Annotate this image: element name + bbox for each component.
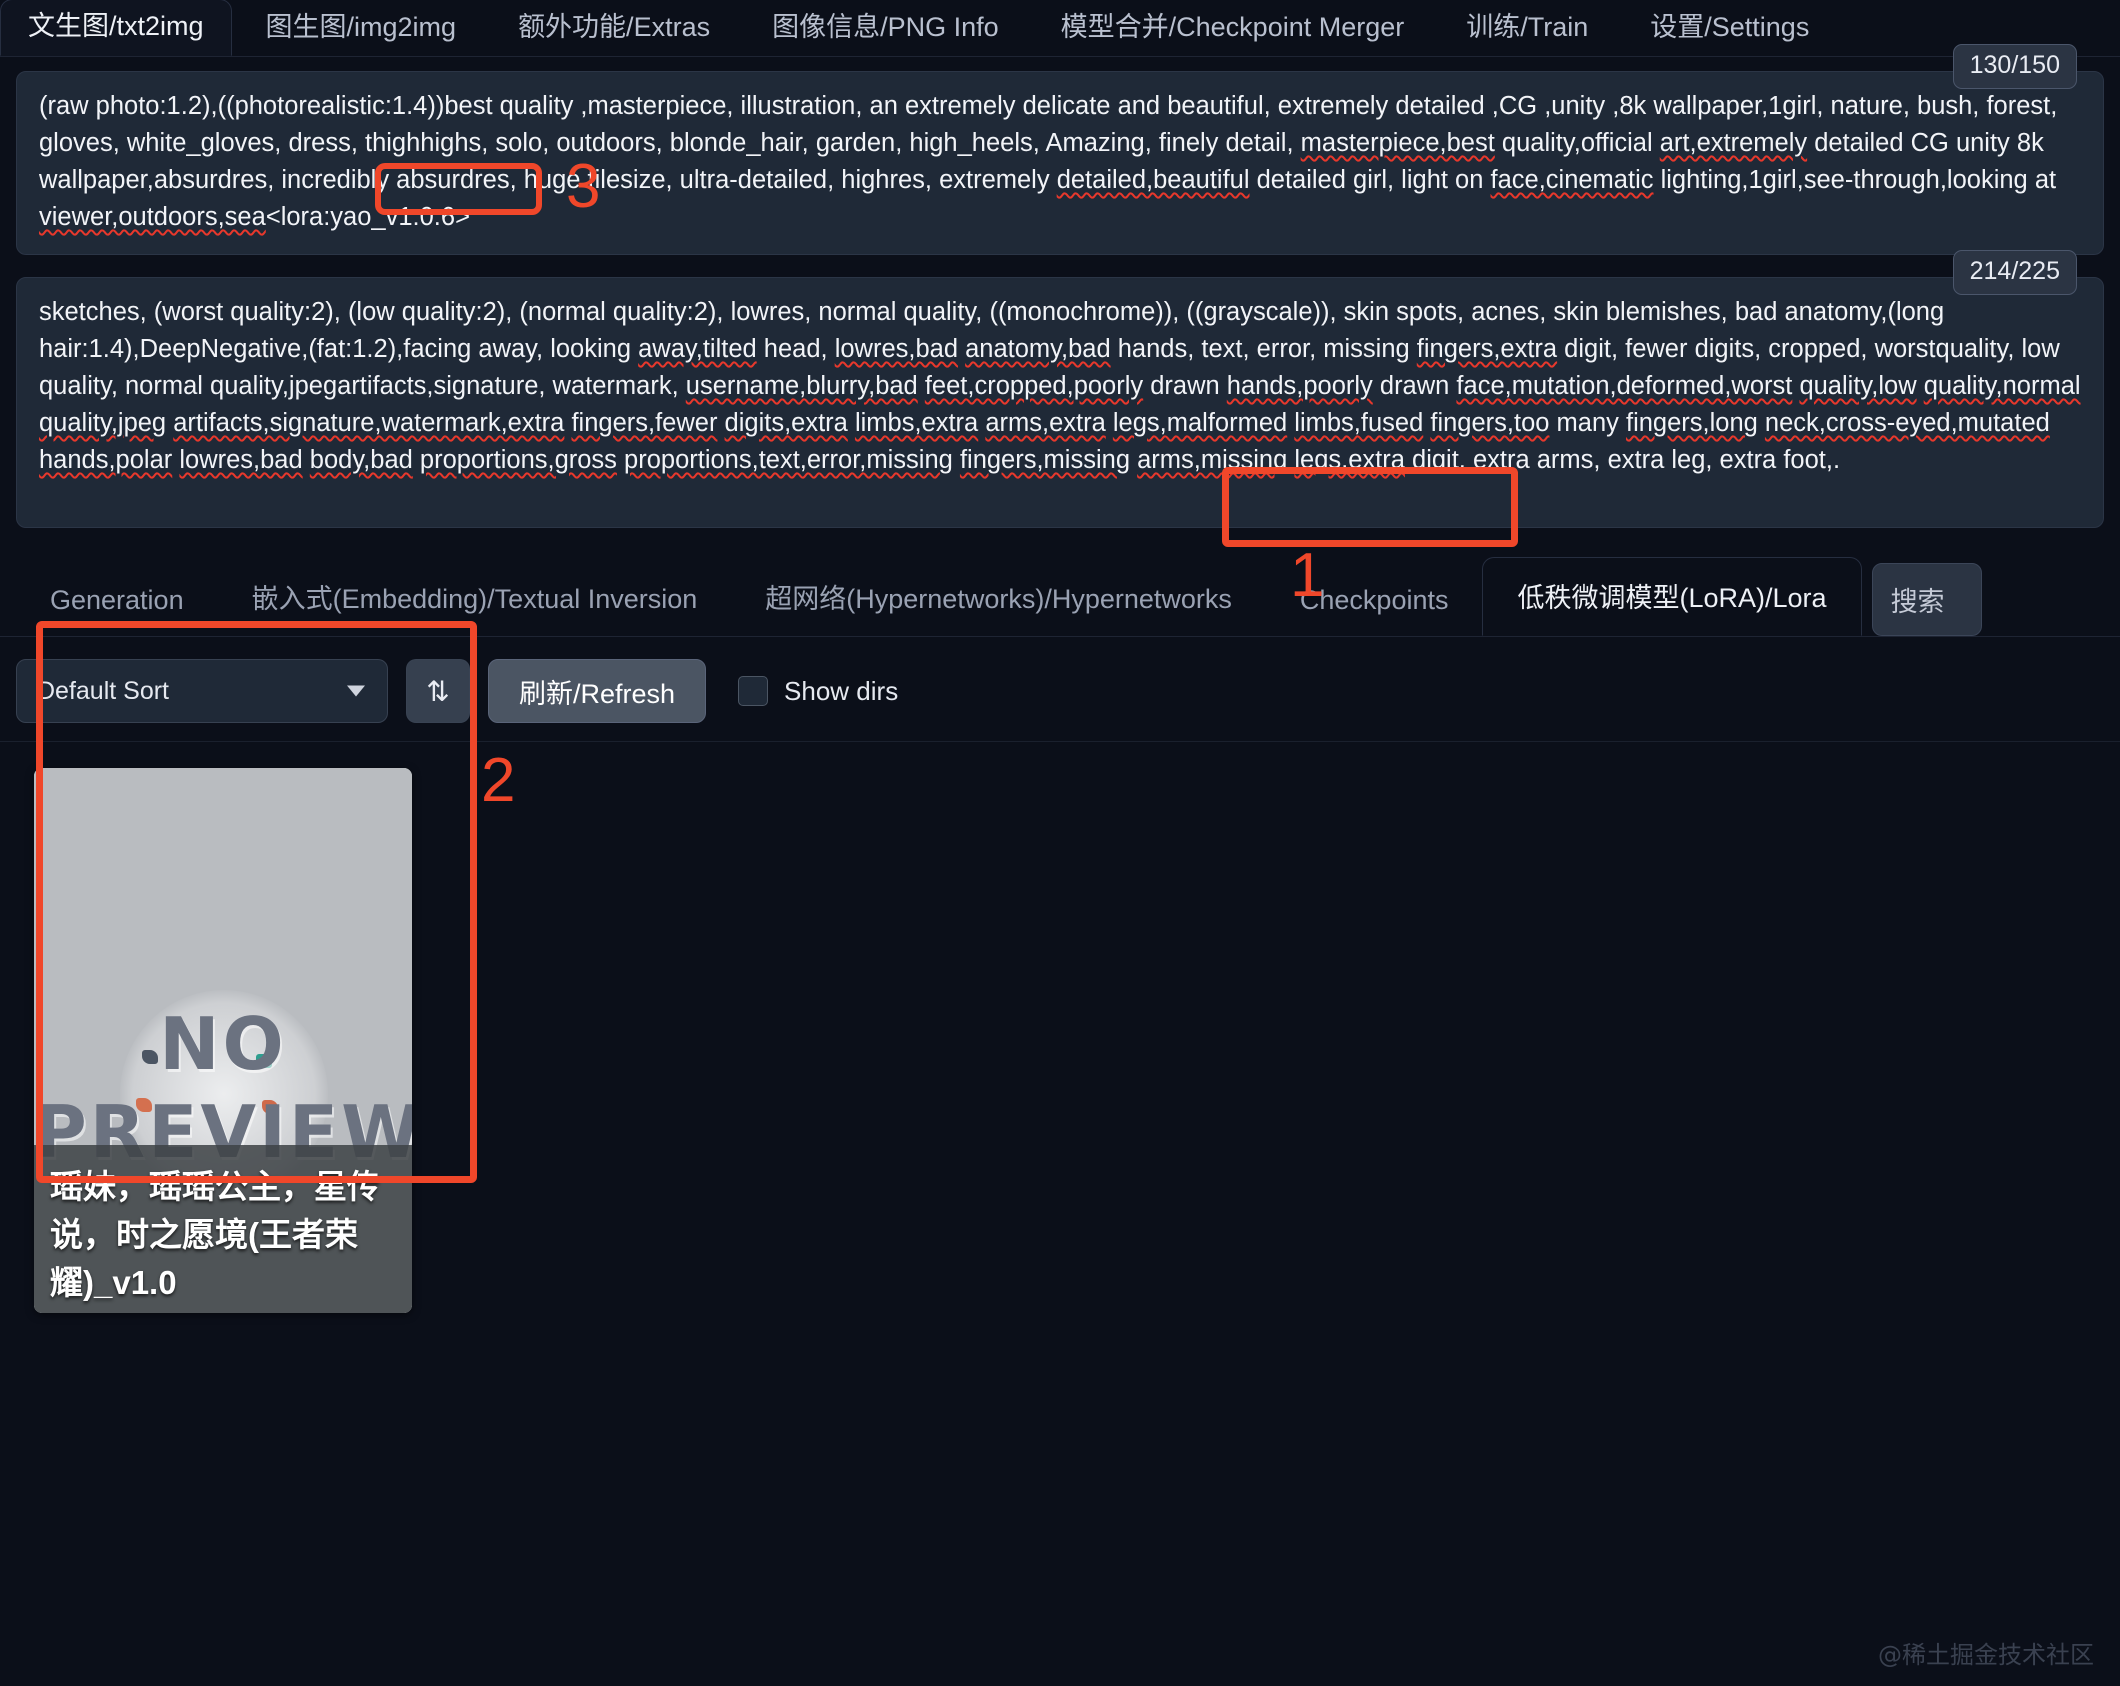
negative-token-counter: 214/225 [1952, 250, 2077, 295]
no-preview-line1: NO [159, 1002, 287, 1086]
positive-prompt-box[interactable]: 130/150 (raw photo:1.2),((photorealistic… [16, 44, 2104, 255]
prompt-area: 130/150 (raw photo:1.2),((photorealistic… [0, 44, 2120, 528]
show-dirs-checkbox-wrap[interactable]: Show dirs [738, 676, 898, 707]
tab-txt2img[interactable]: 文生图/txt2img [0, 0, 232, 56]
en-tab-textual-inversion[interactable]: 嵌入式(Embedding)/Textual Inversion [218, 559, 732, 636]
refresh-button[interactable]: 刷新/Refresh [488, 659, 707, 723]
sort-select-value: Default Sort [37, 676, 170, 705]
en-tab-generation[interactable]: Generation [16, 567, 218, 636]
stable-diffusion-webui: 文生图/txt2img 图生图/img2img 额外功能/Extras 图像信息… [0, 0, 2120, 1686]
annotation-marker-3: 3 [566, 152, 601, 221]
annotation-marker-1: 1 [1290, 541, 1325, 610]
negative-prompt-box[interactable]: 214/225 sketches, (worst quality:2), (lo… [16, 250, 2104, 528]
positive-prompt-text[interactable]: (raw photo:1.2),((photorealistic:1.4))be… [39, 88, 2081, 236]
sort-direction-button[interactable]: ⇅ [406, 659, 470, 723]
tab-png-info[interactable]: 图像信息/PNG Info [744, 0, 1027, 56]
extra-networks-toolbar: Default Sort ⇅ 刷新/Refresh Show dirs [0, 637, 2120, 742]
sort-select[interactable]: Default Sort [16, 659, 388, 723]
en-tab-lora[interactable]: 低秩微调模型(LoRA)/Lora [1482, 557, 1862, 636]
lora-card-grid: NO PREVIEW 瑶妹，瑶瑶公主，星传说，时之愿境(王者荣耀)_v1.0 [0, 742, 2120, 1313]
en-tab-hypernetworks[interactable]: 超网络(Hypernetworks)/Hypernetworks [731, 559, 1266, 636]
tab-checkpoint-merger[interactable]: 模型合并/Checkpoint Merger [1033, 0, 1433, 56]
watermark: @稀土掘金技术社区 [1878, 1641, 2094, 1669]
extra-networks-tab-bar: Generation 嵌入式(Embedding)/Textual Invers… [0, 557, 2120, 637]
extra-networks-search-button[interactable]: 搜索 [1871, 563, 1982, 636]
positive-token-counter: 130/150 [1952, 44, 2077, 89]
annotation-marker-2: 2 [481, 746, 516, 815]
tab-img2img[interactable]: 图生图/img2img [238, 0, 485, 56]
lora-card[interactable]: NO PREVIEW 瑶妹，瑶瑶公主，星传说，时之愿境(王者荣耀)_v1.0 [34, 768, 412, 1313]
lora-card-caption: 瑶妹，瑶瑶公主，星传说，时之愿境(王者荣耀)_v1.0 [34, 1145, 412, 1313]
tab-train[interactable]: 训练/Train [1438, 0, 1616, 56]
chevron-down-icon [347, 685, 365, 697]
extra-networks-panel: Generation 嵌入式(Embedding)/Textual Invers… [0, 557, 2120, 1313]
negative-prompt-text[interactable]: sketches, (worst quality:2), (low qualit… [39, 294, 2081, 479]
show-dirs-label: Show dirs [784, 675, 899, 706]
main-tab-bar: 文生图/txt2img 图生图/img2img 额外功能/Extras 图像信息… [0, 0, 2120, 57]
tab-extras[interactable]: 额外功能/Extras [490, 0, 738, 56]
lora-tag-text[interactable]: <lora:yao_v1:0.6> [266, 203, 470, 231]
show-dirs-checkbox[interactable] [738, 676, 769, 706]
sort-arrows-icon: ⇅ [426, 675, 450, 707]
tab-settings[interactable]: 设置/Settings [1622, 0, 1837, 56]
